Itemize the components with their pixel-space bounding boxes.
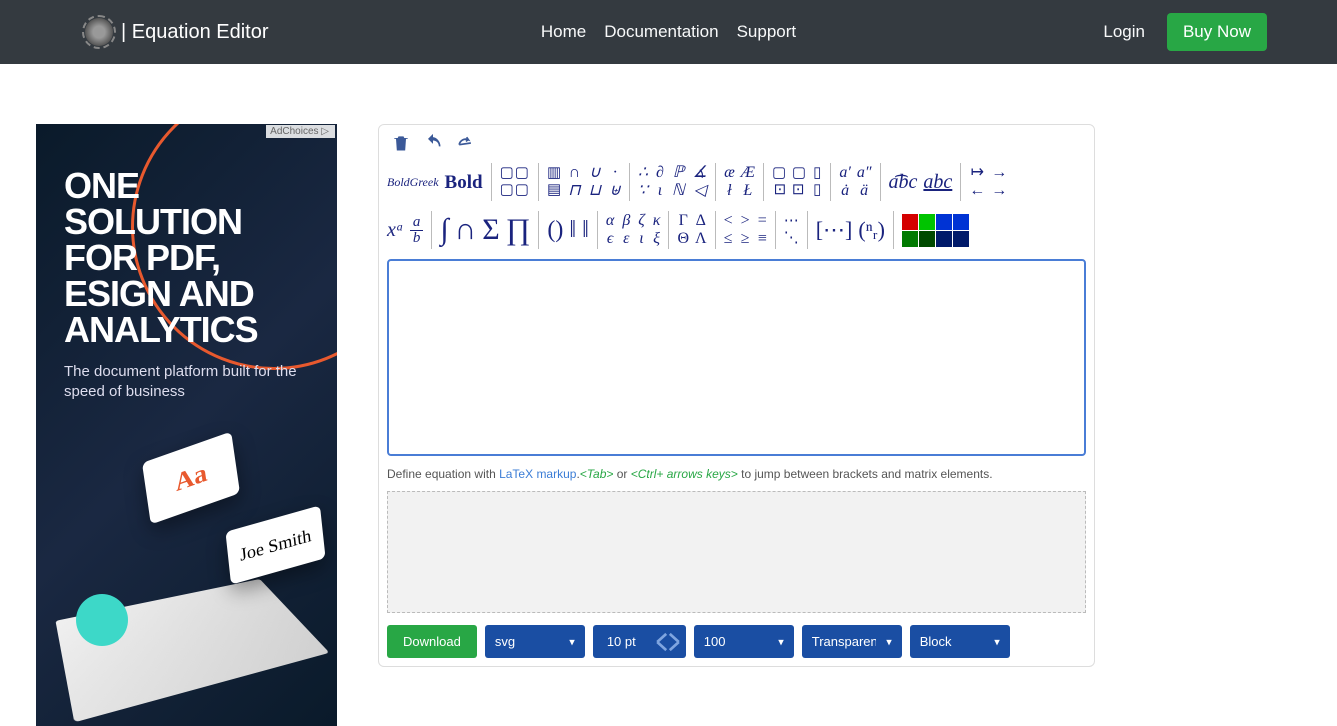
greek-lower-button[interactable]: αβζκ ϵειξ xyxy=(606,213,661,247)
fraction-button[interactable]: a b xyxy=(410,215,424,246)
nav-right: Login Buy Now xyxy=(1103,13,1267,51)
navbar: | Equation Editor Home Documentation Sup… xyxy=(0,0,1337,64)
equation-preview xyxy=(387,491,1086,613)
download-button[interactable]: Download xyxy=(387,625,477,658)
zoom-select[interactable]: 100 xyxy=(694,625,794,658)
action-row xyxy=(387,133,1086,159)
integral-button[interactable]: ∫ xyxy=(440,215,448,245)
ad-text: ONE SOLUTION FOR PDF, ESIGN AND ANALYTIC… xyxy=(64,168,317,403)
ad-headline: ONE SOLUTION FOR PDF, ESIGN AND ANALYTIC… xyxy=(64,168,317,348)
brand[interactable]: | Equation Editor xyxy=(85,18,269,46)
color-swatch[interactable] xyxy=(936,231,952,247)
binom-button[interactable]: (ⁿᵣ) xyxy=(858,219,885,241)
redo-icon[interactable] xyxy=(455,133,475,153)
primes-button[interactable]: a′a″ ȧä xyxy=(839,165,871,199)
boxes-b-button[interactable]: ▯ ▯ xyxy=(813,166,822,198)
dblvbar-button[interactable]: ‖ xyxy=(582,218,589,242)
bold-greek-button[interactable]: BoldGreek xyxy=(387,176,439,188)
font-size-control[interactable]: 10 pt xyxy=(593,625,686,658)
toolbar-row-1: BoldGreek Bold ▢▢ ▢▢ ▥ ▤ ∩∪· ⊓⊔⊎ ∴∂ℙ∡ ∵ι… xyxy=(387,159,1086,205)
ad-tile-signature: Joe Smith xyxy=(225,505,325,584)
advertisement[interactable]: AdChoices ▷ ONE SOLUTION FOR PDF, ESIGN … xyxy=(36,124,337,726)
color-swatch[interactable] xyxy=(919,231,935,247)
ad-subtitle: The document platform built for the spee… xyxy=(64,362,317,403)
superscript-button[interactable]: xᵃ xyxy=(387,220,404,240)
ligatures-button[interactable]: æÆ łŁ xyxy=(724,165,755,199)
download-controls: Download svg 10 pt 100 Transparent Block xyxy=(387,625,1086,658)
color-palette[interactable] xyxy=(902,214,969,247)
latex-markup-link[interactable]: LaTeX markup xyxy=(499,467,576,481)
vbar-button[interactable]: ‖ xyxy=(569,218,576,242)
nav-center: Home Documentation Support xyxy=(541,22,796,42)
ad-tile-font: Aa xyxy=(142,432,240,525)
bigcap-button[interactable]: ∩ xyxy=(455,215,477,245)
prod-button[interactable]: ∏ xyxy=(506,215,531,245)
greek-upper-button[interactable]: ΓΔ ΘΛ xyxy=(677,213,706,247)
color-swatch[interactable] xyxy=(902,214,918,230)
matrix-button[interactable]: [⋯] xyxy=(816,219,853,241)
nav-docs[interactable]: Documentation xyxy=(604,22,718,42)
display-mode-select[interactable]: Block xyxy=(910,625,1010,658)
nav-support[interactable]: Support xyxy=(737,22,797,42)
widehat-button[interactable]: a͡bc xyxy=(889,172,918,192)
layout-grid-button[interactable]: ▢▢ ▢▢ xyxy=(500,166,530,198)
color-swatch[interactable] xyxy=(919,214,935,230)
arrows-button[interactable]: ↦→ ←→ xyxy=(969,165,1007,199)
background-select[interactable]: Transparent xyxy=(802,625,902,658)
sum-button[interactable]: Σ xyxy=(482,215,499,245)
paren-button[interactable]: () xyxy=(547,218,563,242)
toolbar-row-2: xᵃ a b ∫ ∩ Σ ∏ () ‖ ‖ αβζκ ϵειξ ΓΔ ΘΛ xyxy=(387,207,1086,253)
color-swatch[interactable] xyxy=(953,214,969,230)
color-swatch[interactable] xyxy=(936,214,952,230)
hint-text: Define equation with LaTeX markup.<Tab> … xyxy=(387,467,1086,481)
bold-button[interactable]: Bold xyxy=(445,173,483,192)
color-swatch[interactable] xyxy=(902,231,918,247)
login-link[interactable]: Login xyxy=(1103,22,1145,42)
delete-icon[interactable] xyxy=(391,133,411,153)
set-ops-button[interactable]: ∩∪· ⊓⊔⊎ xyxy=(568,165,621,199)
ad-visual: Aa Joe Smith xyxy=(36,436,337,726)
size-arrows-icon[interactable] xyxy=(650,625,686,658)
nav-home[interactable]: Home xyxy=(541,22,586,42)
gear-icon xyxy=(85,18,113,46)
latex-input[interactable] xyxy=(387,259,1086,456)
underline-abc-button[interactable]: abc xyxy=(923,172,952,192)
buy-now-button[interactable]: Buy Now xyxy=(1167,13,1267,51)
dots-button[interactable]: ⋯ ⋱ xyxy=(784,214,799,246)
editor-panel: BoldGreek Bold ▢▢ ▢▢ ▥ ▤ ∩∪· ⊓⊔⊎ ∴∂ℙ∡ ∵ι… xyxy=(378,124,1095,667)
relations-button[interactable]: <>= ≤≥≡ xyxy=(724,213,767,247)
stack-button[interactable]: ▥ ▤ xyxy=(547,166,562,198)
brand-text: | Equation Editor xyxy=(121,21,269,44)
format-select[interactable]: svg xyxy=(485,625,585,658)
color-swatch[interactable] xyxy=(953,231,969,247)
boxes-a-button[interactable]: ▢ ▢ ⊡ ⊡ xyxy=(772,166,807,198)
undo-icon[interactable] xyxy=(423,133,443,153)
adchoices-badge[interactable]: AdChoices ▷ xyxy=(266,125,335,138)
logic-symbols-button[interactable]: ∴∂ℙ∡ ∵ιℕ◁ xyxy=(638,165,707,199)
